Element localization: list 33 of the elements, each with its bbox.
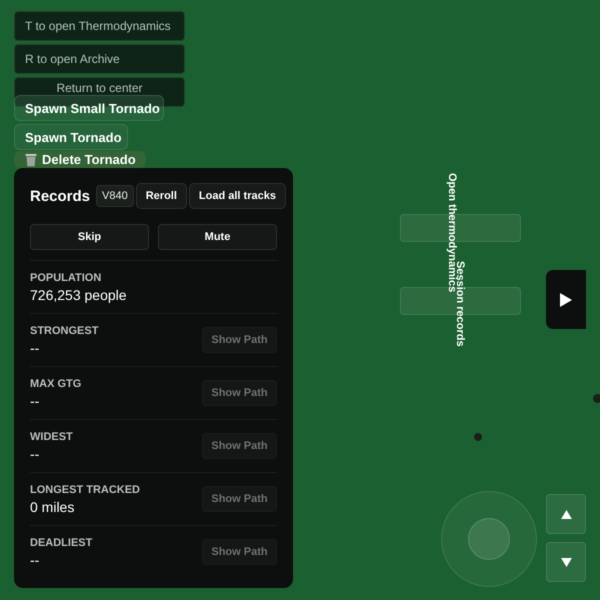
- up-icon: [560, 510, 572, 518]
- stat-value: --: [30, 446, 40, 462]
- stat-value: --: [30, 340, 40, 356]
- stat-value: 0 miles: [30, 498, 76, 514]
- trash-icon: [25, 152, 37, 166]
- action-button[interactable]: Mute: [158, 224, 277, 250]
- stat-label: LONGEST TRACKED: [30, 484, 140, 496]
- dot-marker: [474, 433, 482, 441]
- stat-value: --: [30, 392, 40, 408]
- stat-value: --: [30, 552, 40, 568]
- vertical-label[interactable]: Open thermodynamics: [446, 173, 458, 292]
- play-icon: [560, 292, 572, 306]
- dot-marker: [593, 394, 600, 403]
- hint-button[interactable]: T to open Thermodynamics: [14, 11, 185, 41]
- stat-label: WIDEST: [30, 430, 73, 442]
- spawn-button[interactable]: Spawn Tornado: [14, 124, 128, 150]
- version-badge: V840: [96, 185, 134, 207]
- stat-label: STRONGEST: [30, 324, 98, 336]
- spawn-button[interactable]: Spawn Small Tornado: [14, 95, 164, 121]
- panel-title: Records: [30, 188, 90, 204]
- stat-label: MAX GTG: [30, 378, 82, 390]
- play-button[interactable]: [546, 270, 586, 329]
- stat-value: 726,253 people: [30, 286, 127, 302]
- header-button[interactable]: Load all tracks: [188, 183, 286, 209]
- down-button[interactable]: [546, 542, 586, 582]
- up-button[interactable]: [546, 494, 586, 534]
- down-icon: [560, 558, 572, 566]
- hint-button[interactable]: R to open Archive: [14, 44, 185, 74]
- delete-button[interactable]: Delete Tornado: [14, 151, 146, 168]
- header-button[interactable]: Reroll: [136, 183, 187, 209]
- stat-label: DEADLIEST: [30, 536, 92, 548]
- action-button[interactable]: Skip: [30, 224, 149, 250]
- stat-label: POPULATION: [30, 272, 102, 284]
